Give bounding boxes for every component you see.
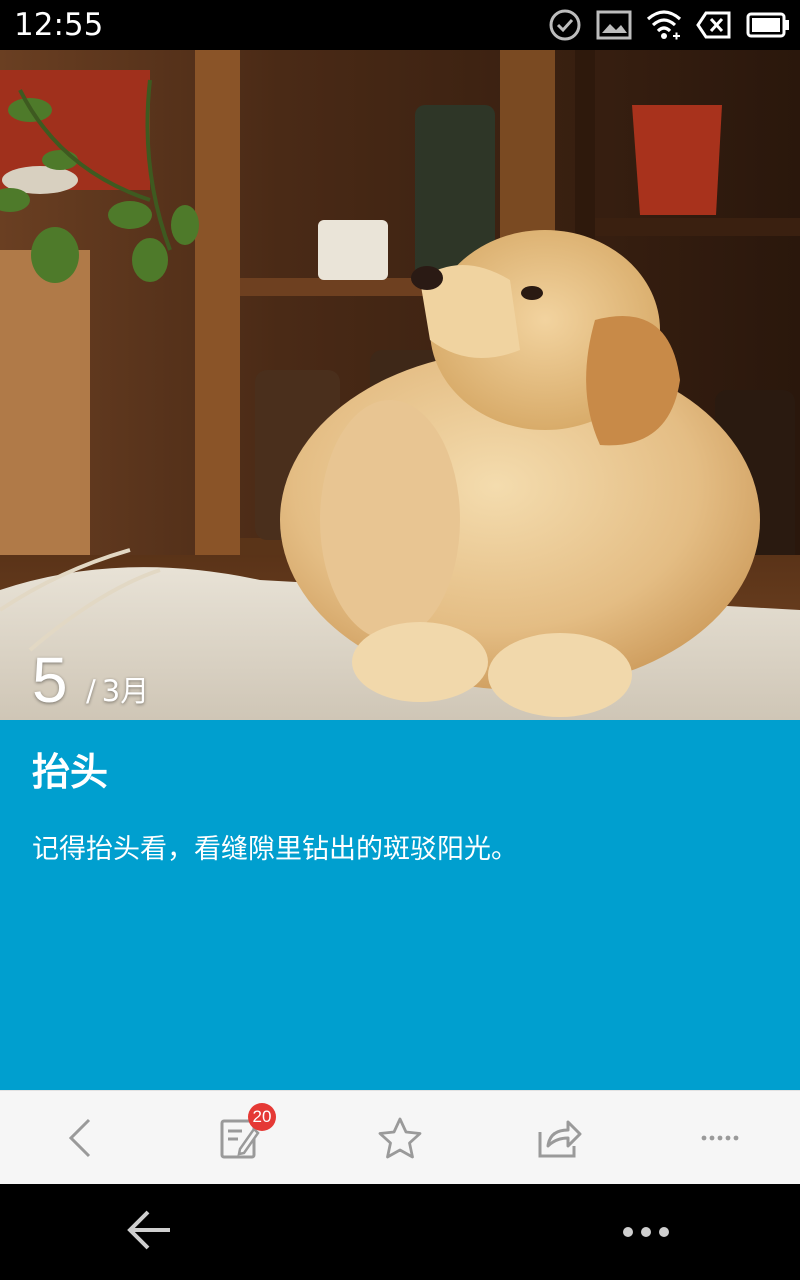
sync-check-icon bbox=[548, 8, 582, 42]
share-button[interactable] bbox=[480, 1091, 640, 1185]
bottom-toolbar: 20 bbox=[0, 1090, 800, 1184]
system-menu-icon bbox=[622, 1223, 670, 1242]
more-icon bbox=[700, 1134, 740, 1142]
date-slash: / bbox=[86, 674, 96, 708]
no-sim-icon bbox=[696, 10, 732, 40]
star-icon bbox=[377, 1116, 423, 1160]
system-back-icon bbox=[126, 1208, 174, 1256]
article-panel: 抬头 记得抬头看，看缝隙里钻出的斑驳阳光。 bbox=[0, 720, 800, 1090]
comment-button[interactable]: 20 bbox=[160, 1091, 320, 1185]
wifi-icon bbox=[646, 9, 682, 41]
hero-image: 5 /3月 bbox=[0, 50, 800, 720]
status-time: 12:55 bbox=[14, 7, 104, 43]
system-menu-button[interactable] bbox=[596, 1184, 696, 1280]
system-back-button[interactable] bbox=[100, 1184, 200, 1280]
date-day: 5 bbox=[32, 644, 68, 716]
image-icon bbox=[596, 10, 632, 40]
battery-icon bbox=[746, 12, 790, 38]
status-bar: 12:55 bbox=[0, 0, 800, 50]
comment-count-badge: 20 bbox=[248, 1103, 276, 1131]
share-icon bbox=[536, 1116, 584, 1160]
back-icon bbox=[65, 1116, 95, 1160]
article-body: 记得抬头看，看缝隙里钻出的斑驳阳光。 bbox=[32, 834, 518, 865]
back-button[interactable] bbox=[0, 1091, 160, 1185]
puppy-photo bbox=[0, 50, 800, 720]
favorite-button[interactable] bbox=[320, 1091, 480, 1185]
status-icons bbox=[548, 6, 790, 44]
article-title: 抬头 bbox=[32, 750, 109, 794]
more-button[interactable] bbox=[640, 1091, 800, 1185]
system-navigation-bar bbox=[0, 1184, 800, 1280]
date-month-label: 3月 bbox=[101, 674, 150, 708]
date-month: /3月 bbox=[86, 673, 149, 709]
